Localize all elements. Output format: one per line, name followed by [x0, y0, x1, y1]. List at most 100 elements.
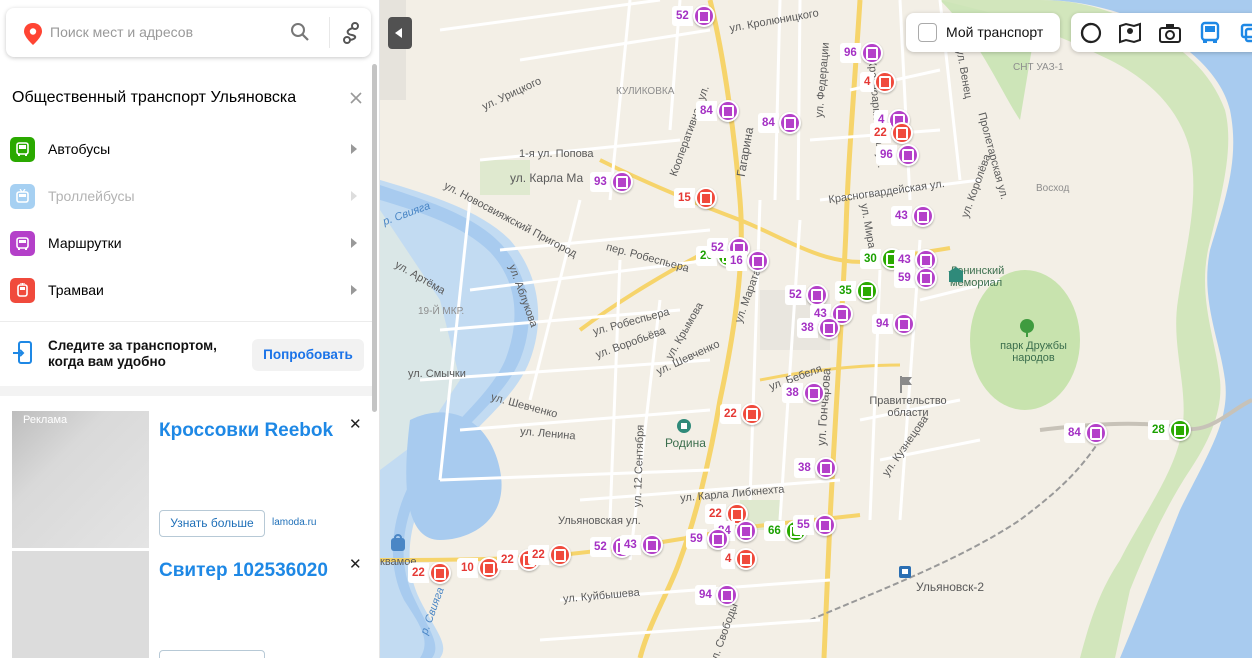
transport-stop-marker[interactable]: 16 — [726, 250, 769, 272]
flag-icon — [900, 376, 912, 393]
route-number: 16 — [726, 251, 747, 271]
chevron-right-icon — [351, 191, 357, 201]
route-number: 84 — [1064, 423, 1085, 443]
photo-icon[interactable] — [1157, 20, 1183, 46]
street-label: Ульяновская ул. — [558, 515, 641, 527]
app: ул. Урицкого ул. Кролюницкого КУЛИКОВКА … — [0, 0, 1252, 658]
route-number: 59 — [894, 268, 915, 288]
transport-stop-marker[interactable]: 84 — [1064, 422, 1107, 444]
traffic-icon[interactable] — [1078, 20, 1104, 46]
transport-stop-marker[interactable]: 43 — [620, 534, 663, 556]
transport-stop-marker[interactable]: 10 — [457, 557, 500, 579]
route-number: 43 — [891, 206, 912, 226]
transport-stop-marker[interactable]: 94 — [872, 313, 915, 335]
my-transport-toggle[interactable]: Мой транспорт — [906, 13, 1060, 52]
route-icon[interactable] — [340, 21, 362, 45]
my-transport-checkbox[interactable] — [918, 23, 937, 42]
menu-item-label: Автобусы — [48, 141, 111, 157]
route-number: 52 — [590, 537, 611, 557]
ad-tag: Реклама — [23, 414, 68, 426]
search-input[interactable] — [50, 18, 280, 46]
ad-image[interactable] — [12, 411, 149, 548]
transport-stop-marker[interactable]: 35 — [835, 280, 878, 302]
minibus-stop-icon — [706, 528, 729, 550]
minibus-stop-icon — [802, 382, 825, 404]
ad-image[interactable] — [12, 551, 149, 658]
minibus-stop-icon — [817, 317, 840, 339]
menu-item-minibuses[interactable]: Маршрутки — [0, 220, 376, 267]
transport-stop-marker[interactable]: 22 — [528, 544, 571, 566]
side-panel: Общественный транспорт Ульяновска Автобу… — [0, 0, 380, 658]
poi-label: Родина — [665, 436, 706, 450]
transport-stop-marker[interactable]: 38 — [782, 382, 825, 404]
route-number: 38 — [794, 458, 815, 478]
close-icon[interactable]: ✕ — [349, 415, 362, 433]
menu-item-trolleybuses[interactable]: Троллейбусы — [0, 173, 376, 220]
transport-icon[interactable] — [1197, 20, 1223, 46]
route-number: 10 — [457, 558, 478, 578]
transport-stop-marker[interactable]: 15 — [674, 187, 717, 209]
map[interactable]: ул. Урицкого ул. Кролюницкого КУЛИКОВКА … — [380, 0, 1252, 658]
transport-stop-marker[interactable]: 4 — [860, 71, 897, 93]
close-icon[interactable]: ✕ — [349, 555, 362, 573]
transport-stop-marker[interactable]: 43 — [891, 205, 934, 227]
panorama-icon[interactable] — [1117, 20, 1143, 46]
station-label: Ульяновск-2 — [916, 580, 985, 594]
minibus-stop-icon — [692, 5, 715, 27]
transport-stop-marker[interactable]: 59 — [686, 528, 729, 550]
search-icon[interactable] — [290, 22, 310, 42]
try-button[interactable]: Попробовать — [252, 339, 364, 371]
route-number: 28 — [1148, 420, 1169, 440]
transport-stop-marker[interactable]: 59 — [894, 267, 937, 289]
transport-stop-marker[interactable]: 96 — [840, 42, 883, 64]
museum-icon — [948, 267, 964, 282]
menu-item-label: Маршрутки — [48, 235, 122, 251]
transport-stop-marker[interactable]: 38 — [797, 317, 840, 339]
route-number: 52 — [707, 238, 728, 258]
transport-stop-marker[interactable]: 94 — [695, 584, 738, 606]
transport-stop-marker[interactable]: 96 — [876, 144, 919, 166]
learn-more-button[interactable]: Узнать больше — [159, 510, 265, 537]
transport-stop-marker[interactable]: 84 — [758, 112, 801, 134]
ad-title[interactable]: Свитер 102536020 — [159, 560, 328, 582]
minibus-stop-icon — [813, 514, 836, 536]
close-icon[interactable] — [348, 90, 364, 106]
minibus-stop-icon — [814, 457, 837, 479]
route-number: 30 — [860, 249, 881, 269]
minibus-stop-icon — [640, 534, 663, 556]
panel-scrollbar[interactable] — [372, 64, 377, 412]
transport-stop-marker[interactable]: 4 — [721, 548, 758, 570]
menu-item-trams[interactable]: Трамваи — [0, 267, 376, 314]
transport-stop-marker[interactable]: 22 — [408, 562, 451, 584]
transport-stop-marker[interactable]: 52 — [672, 5, 715, 27]
route-number: 43 — [620, 535, 641, 555]
minibus-stop-icon — [892, 313, 915, 335]
chevron-right-icon — [351, 144, 357, 154]
ad-title[interactable]: Кроссовки Reebok — [159, 420, 333, 442]
transport-stop-marker[interactable]: 55 — [793, 514, 836, 536]
transport-stop-marker[interactable]: 93 — [590, 171, 633, 193]
ad-button[interactable] — [159, 650, 265, 658]
menu-item-label: Трамваи — [48, 282, 104, 298]
bus-stop-icon — [1168, 419, 1191, 441]
phone-tracking-icon — [13, 341, 32, 364]
transport-stop-marker[interactable]: 22 — [870, 122, 913, 144]
layers-icon[interactable] — [1237, 20, 1252, 46]
bus-icon — [10, 137, 35, 162]
transport-type-menu: Автобусы Троллейбусы Маршрутки Трамваи — [0, 126, 376, 314]
transport-stop-marker[interactable]: 84 — [696, 100, 739, 122]
transport-stop-marker[interactable]: 38 — [794, 457, 837, 479]
ad-card[interactable]: Реклама Кроссовки Reebok ✕ Узнать больше… — [0, 411, 376, 549]
transport-stop-marker[interactable]: 28 — [1148, 419, 1191, 441]
district-label: 19-Й МКР. — [418, 306, 465, 317]
ad-card[interactable]: Свитер 102536020 ✕ — [0, 551, 376, 658]
menu-item-buses[interactable]: Автобусы — [0, 126, 376, 173]
tram-stop-icon — [890, 122, 913, 144]
collapse-panel-button[interactable] — [388, 17, 412, 49]
transport-stop-marker[interactable]: 22 — [720, 403, 763, 425]
minibus-stop-icon — [860, 42, 883, 64]
minibus-stop-icon — [715, 584, 738, 606]
route-number: 38 — [797, 318, 818, 338]
tram-icon — [10, 278, 35, 303]
minibus-icon — [10, 231, 35, 256]
